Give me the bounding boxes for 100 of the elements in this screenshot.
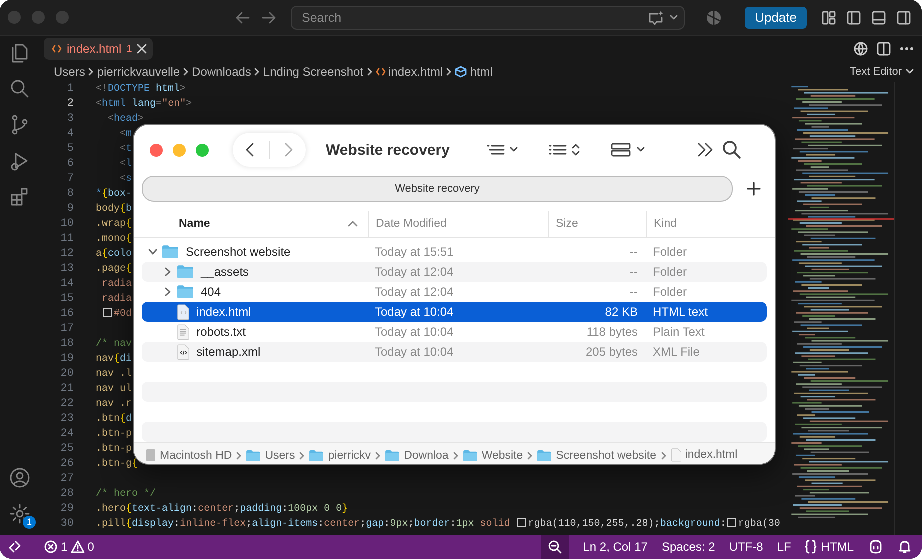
column-header[interactable]: Name: [134, 211, 368, 237]
date-modified: Today at 15:51: [374, 245, 455, 259]
path-item[interactable]: Users: [265, 450, 296, 462]
code-line: *{box-: [96, 188, 132, 202]
file-name: Screenshot website: [186, 245, 291, 259]
breadcrumb-item[interactable]: html: [470, 65, 493, 79]
line-number: 27: [60, 472, 74, 487]
file-name: sitemap.xml: [196, 344, 261, 359]
file-size: --: [629, 285, 639, 299]
window-title: Website recovery: [326, 142, 450, 158]
line-number: 3: [66, 112, 74, 127]
file-row[interactable]: 404 Today at 12:04 -- Folder: [142, 282, 767, 302]
line-number: 8: [66, 187, 74, 202]
line-number: 25: [60, 442, 74, 457]
path-item[interactable]: Macintosh HD: [160, 450, 232, 462]
indentation[interactable]: Spaces: 2: [662, 540, 716, 554]
code-line: radia: [101, 278, 132, 292]
breadcrumb-item[interactable]: Users: [54, 65, 86, 79]
file-row[interactable]: index.html Today at 10:04 82 KB HTML text: [142, 302, 767, 322]
code-line: nav .r: [96, 398, 132, 412]
path-item[interactable]: Website: [482, 450, 524, 462]
code-line: nav ul: [96, 382, 132, 397]
line-number: 14: [60, 277, 74, 292]
code-line: body{b: [96, 202, 132, 217]
code-line: .btn-p: [96, 442, 132, 457]
line-number: 2: [66, 97, 74, 112]
breadcrumb-item[interactable]: Lnding Screenshot: [263, 65, 364, 79]
line-number: 30: [60, 517, 74, 532]
line-number: 4: [66, 127, 74, 142]
path-item[interactable]: index.html: [685, 449, 738, 462]
line-number: 15: [60, 292, 74, 307]
cursor-position[interactable]: Ln 2, Col 17: [583, 540, 648, 554]
file-kind: XML File: [652, 345, 701, 359]
line-number: 24: [60, 427, 74, 442]
language-mode[interactable]: HTML: [821, 540, 854, 554]
file-name: 404: [201, 285, 222, 299]
code-line: .mono{: [96, 232, 132, 247]
column-header[interactable]: Size: [548, 211, 646, 237]
error-count[interactable]: 1: [61, 540, 68, 554]
file-kind: Folder: [652, 245, 688, 259]
file-kind: Folder: [652, 265, 688, 279]
code-line: .btn-p: [96, 428, 132, 442]
encoding[interactable]: UTF-8: [729, 540, 764, 554]
search-field[interactable]: Search: [291, 6, 686, 30]
editor-tab[interactable]: index.html 1: [44, 38, 154, 60]
column-header[interactable]: Date Modified: [368, 211, 548, 237]
line-number: 6: [66, 157, 74, 172]
code-line: <!DOCTYPE html>: [96, 82, 186, 97]
file-row[interactable]: robots.txt Today at 10:04 118 bytes Plain Text: [142, 322, 767, 342]
file-name: index.html: [196, 304, 252, 319]
breadcrumb-item[interactable]: index.html: [388, 65, 444, 79]
code-line: <html lang="en">: [96, 98, 192, 112]
editor-mode-label[interactable]: Text Editor: [850, 66, 902, 78]
line-number: 5: [66, 142, 74, 157]
file-size: 82 KB: [604, 305, 639, 319]
file-row[interactable]: __assets Today at 12:04 -- Folder: [142, 262, 767, 282]
code-line: /* hero */: [96, 488, 156, 502]
code-line: /* nav: [96, 338, 132, 352]
date-modified: Today at 10:04: [374, 345, 455, 359]
code-line: radia: [101, 292, 132, 307]
code-line: <t: [119, 143, 132, 157]
code-line: a{colo: [96, 248, 132, 262]
path-item[interactable]: Downloa: [404, 450, 449, 462]
file-size: 205 bytes: [584, 345, 639, 359]
code-line: .pill{display:inline-flex;align-items:center;gap:9px;border:1px solid rgba(110,150,255,.28);background: rgba(30: [96, 517, 780, 532]
code-line: nav .l: [96, 368, 132, 382]
file-kind: HTML text: [652, 305, 709, 319]
date-modified: Today at 12:04: [374, 285, 455, 299]
line-number: 22: [60, 397, 74, 412]
file-name: robots.txt: [196, 324, 246, 339]
path-item[interactable]: pierrickv: [328, 450, 372, 462]
breadcrumb-item[interactable]: Downloads: [192, 65, 252, 79]
file-size: --: [629, 245, 639, 259]
line-number: 29: [60, 502, 74, 517]
line-number: 1: [66, 82, 74, 97]
line-number: 21: [60, 382, 74, 397]
file-kind: Plain Text: [652, 325, 706, 339]
path-item[interactable]: Screenshot website: [556, 450, 657, 462]
file-row[interactable]: sitemap.xml Today at 10:04 205 bytes XML File: [142, 342, 767, 362]
code-line: .btn{d: [96, 412, 132, 427]
date-modified: Today at 10:04: [374, 325, 455, 339]
line-number: 20: [60, 367, 74, 382]
notification-badge: 1: [23, 516, 36, 529]
file-row[interactable]: Screenshot website Today at 15:51 -- Folder: [142, 242, 767, 262]
file-size: 118 bytes: [586, 325, 639, 339]
breadcrumb-item[interactable]: pierrickvauvelle: [97, 65, 180, 79]
line-number: 28: [60, 487, 74, 502]
warning-count[interactable]: 0: [88, 540, 94, 554]
code-line: <l: [119, 158, 132, 172]
update-button[interactable]: Update: [745, 6, 807, 28]
line-number: 23: [60, 412, 74, 427]
line-number: 10: [60, 217, 74, 232]
line-number: 7: [66, 172, 74, 187]
code-line: .hero{text-align:center;padding:100px 0 0}: [96, 502, 348, 517]
date-modified: Today at 10:04: [374, 305, 455, 319]
line-ending[interactable]: LF: [777, 540, 792, 554]
column-header[interactable]: Kind: [646, 211, 775, 237]
line-number: 9: [66, 202, 74, 217]
finder-tab[interactable]: Website recovery: [142, 176, 733, 202]
line-number: 18: [60, 337, 74, 352]
